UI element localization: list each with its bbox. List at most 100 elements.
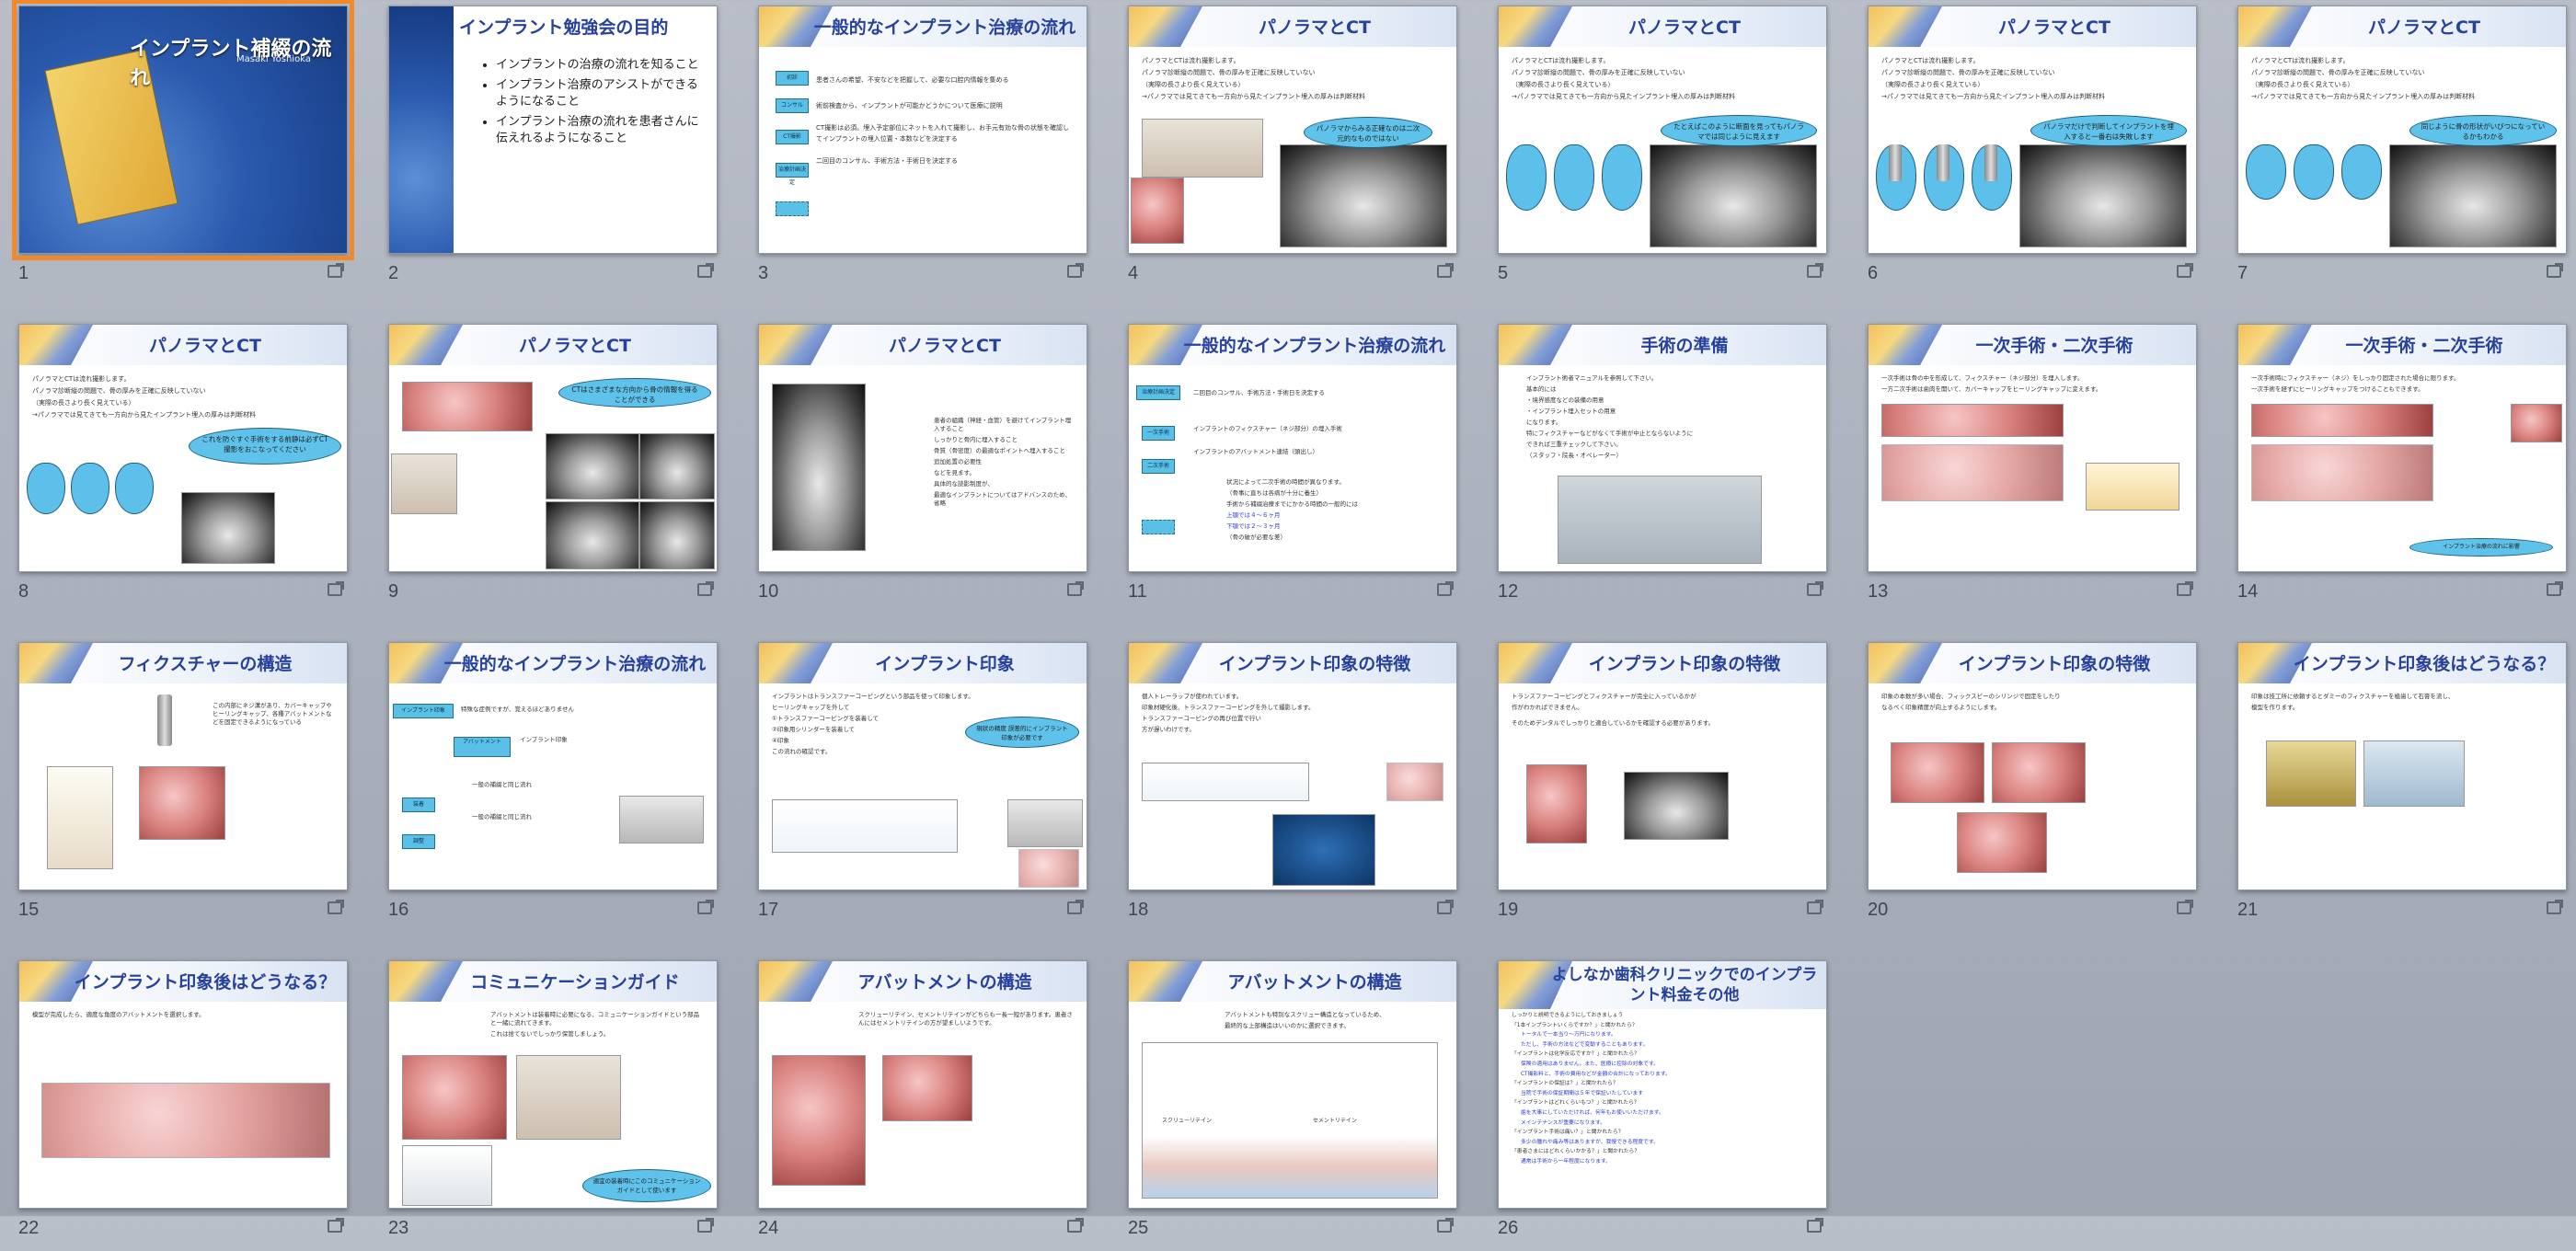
slide-canvas: フィクスチャーの構造 この内部にネジ溝があり、カバーキャップやヒーリングキャップ…	[18, 642, 348, 890]
slide-canvas: インプラント印象の特徴 印象の本数が多い場合、フィックスピーのシリンジで固定をし…	[1868, 642, 2197, 890]
transition-icon[interactable]	[2547, 263, 2563, 278]
surgical-instruments-photo	[1558, 476, 1762, 564]
slide-title: インプラント印象後はどうなる？	[2293, 654, 2556, 674]
slide-number: 11	[1128, 581, 1147, 602]
slide-number: 18	[1128, 900, 1149, 920]
slide-canvas: アバットメントの構造 スクリューリテイン、セメントリテインがどちらも一長一短があ…	[758, 960, 1087, 1209]
transition-icon[interactable]	[328, 581, 344, 596]
author-name: Masaki Yoshioka	[236, 54, 311, 64]
implant-parts-photo	[619, 796, 704, 844]
slide-canvas: パノラマとCT パノラマとCTは流れ撮影します。 パノラマ診断縦の問題で、骨の厚み…	[2237, 6, 2567, 254]
slide-title: インプラント印象後はどうなる？	[74, 972, 337, 993]
slide-thumbnail[interactable]: パノラマとCT パノラマとCTは流れ撮影します。 パノラマ診断縦の問題で、骨の厚み…	[1868, 6, 2199, 296]
transition-icon[interactable]	[697, 1218, 714, 1233]
transition-icon[interactable]	[1807, 1218, 1823, 1233]
transition-icon[interactable]	[328, 263, 344, 278]
slide-thumbnail[interactable]: よしなか歯科クリニックでのインプラント料金その他 しっかりと説明できるようにして…	[1498, 960, 1829, 1251]
slide-thumbnail[interactable]: 一般的なインプラント治療の流れ 初診 コンサル CT撮影 治療計画決定 患者さん…	[758, 6, 1089, 296]
dental-xray	[1624, 772, 1729, 840]
flow-step: 調整	[402, 834, 435, 849]
callout: パノラマだけで判断してインプラントを埋入すると一番右は失敗します	[2030, 115, 2187, 146]
transition-icon[interactable]	[328, 900, 344, 914]
transition-icon[interactable]	[1437, 900, 1454, 914]
slide-number: 7	[2237, 263, 2248, 283]
slide-thumbnail[interactable]: インプラント印象後はどうなる？ 印象は技工所に依頼するとダミーのフィクスチャーを…	[2237, 642, 2569, 933]
slide-thumbnail[interactable]: インプラント印象の特徴 トランスファーコーピングとフィクスチャーが完全に入ってい…	[1498, 642, 1829, 933]
slide-thumbnail[interactable]: 一次手術・二次手術 一次手術は骨の中を形成して、フィクスチャー（ネジ部分）を埋入…	[1868, 324, 2199, 614]
slide-thumbnail[interactable]: インプラント印象後はどうなる？ 模型が完成したら、適度な角度のアバットメントを選…	[18, 960, 350, 1251]
transition-icon[interactable]	[1437, 263, 1454, 278]
ct-image	[772, 384, 866, 551]
transition-icon[interactable]	[2177, 263, 2193, 278]
transition-icon[interactable]	[1437, 581, 1454, 596]
model-photo	[2266, 740, 2356, 807]
slide-number: 23	[388, 1218, 409, 1238]
patient-photo	[882, 1055, 972, 1121]
tooth-diagram	[2086, 463, 2179, 511]
slide-thumbnail[interactable]: パノラマとCT パノラマとCTは流れ撮影します。 パノラマ診断縦の問題で、骨の厚み…	[18, 324, 350, 614]
transition-icon[interactable]	[1807, 263, 1823, 278]
transition-icon[interactable]	[697, 581, 714, 596]
cover-background	[389, 6, 454, 253]
transition-icon[interactable]	[1067, 263, 1084, 278]
transition-icon[interactable]	[1437, 1218, 1454, 1233]
implant-image	[1984, 144, 1997, 181]
slide-number: 8	[18, 581, 29, 602]
slide-title: パノラマとCT	[889, 336, 1001, 356]
slide-title: インプラント印象	[875, 654, 1015, 674]
slide-body: パノラマとCTは流れ撮影します。 パノラマ診断縦の問題で、骨の厚みを正確に反映して…	[32, 375, 257, 419]
slide-title: 一次手術・二次手術	[1975, 336, 2133, 356]
slide-thumbnail[interactable]: 手術の準備 インプラント術者マニュアルを参照して下さい。 基本的には ・境界感度など…	[1498, 324, 1829, 614]
slide-thumbnail[interactable]: パノラマとCT 患者の組織（神経・血管）を避けてインプラント埋入すること しっかり…	[758, 324, 1089, 614]
slide-thumbnail[interactable]: コミュニケーションガイド アバットメントは装着時に必要になる、コミュニケーション…	[388, 960, 719, 1251]
slide-body: 印象の本数が多い場合、フィックスピーのシリンジで固定をしたり なるべく印象精度が向…	[1881, 693, 2061, 711]
implant-image	[1937, 144, 1949, 181]
transition-icon[interactable]	[2547, 581, 2563, 596]
diagram-label: スクリューリテイン	[1162, 1118, 1213, 1124]
slide-thumbnail[interactable]: インプラント補綴の流れ Masaki Yoshioka 1	[12, 0, 354, 296]
slide-canvas: 一次手術・二次手術 一次手術時にフィクスチャー（ネジ）をしっかり固定された場合に…	[2237, 324, 2567, 572]
slide-thumbnail[interactable]: 一般的なインプラント治療の流れ インプラント印象 アバットメント 装着 調整 特…	[388, 642, 719, 933]
panoramic-xray	[2389, 144, 2557, 247]
slide-number: 13	[1868, 581, 1889, 602]
transition-icon[interactable]	[1067, 581, 1084, 596]
transition-icon[interactable]	[1067, 900, 1084, 914]
transition-icon[interactable]	[1067, 1218, 1084, 1233]
transition-icon[interactable]	[2547, 900, 2563, 914]
slide-number: 26	[1498, 1218, 1519, 1238]
patient-photo	[2511, 404, 2562, 442]
slide-thumbnail[interactable]: パノラマとCT CTはさまざまな方向から骨の情報を得ることができる 9	[388, 324, 719, 614]
callout: 同じように骨の形状がいびつになっているかもわかる	[2409, 115, 2557, 146]
slide-thumbnail[interactable]: パノラマとCT パノラマとCTは流れ撮影します。 パノラマ診断縦の問題で、骨の厚み…	[1498, 6, 1829, 296]
slide-body: トランスファーコーピングとフィクスチャーが完全に入っているかが 作がわかればできま…	[1512, 693, 1715, 727]
slide-title: 一次手術・二次手術	[2345, 336, 2503, 356]
slide-sorter-grid: インプラント補綴の流れ Masaki Yoshioka 1 インプラント勉強会の…	[0, 0, 2576, 1238]
slide-thumbnail[interactable]: パノラマとCT パノラマとCTは流れ撮影します。 パノラマ診断縦の問題で、骨の厚み…	[2237, 6, 2569, 296]
slide-thumbnail[interactable]: 一般的なインプラント治療の流れ 治療計画決定 一次手術 二次手術 二回目のコンサ…	[1128, 324, 1459, 614]
ct-image	[639, 501, 715, 569]
transition-icon[interactable]	[328, 1218, 344, 1233]
bone-shape	[2246, 144, 2286, 200]
transition-icon[interactable]	[697, 900, 714, 914]
slide-thumbnail[interactable]: 一次手術・二次手術 一次手術時にフィクスチャー（ネジ）をしっかり固定された場合に…	[2237, 324, 2569, 614]
slide-thumbnail[interactable]: アバットメントの構造 スクリューリテイン、セメントリテインがどちらも一長一短があ…	[758, 960, 1089, 1251]
model-photo	[516, 1055, 621, 1140]
slide-thumbnail[interactable]: インプラント印象の特徴 印象の本数が多い場合、フィックスピーのシリンジで固定をし…	[1868, 642, 2199, 933]
transition-icon[interactable]	[1807, 900, 1823, 914]
slide-body: 患者さんの希望、不安などを把握して、必要な口腔内情報を集める 術前検査から、イン…	[816, 76, 1069, 165]
bullet-list: インプラントの治療の流れを知ること インプラント治療のアシストができるようになる…	[459, 57, 707, 151]
slide-thumbnail[interactable]: パノラマとCT パノラマとCTは流れ撮影します。 パノラマ診断縦の問題で、骨の厚み…	[1128, 6, 1459, 296]
slide-number: 2	[388, 263, 399, 283]
transition-icon[interactable]	[697, 263, 714, 278]
slide-body: 患者の組織（神経・血管）を避けてインプラント埋入すること しっかりと骨内に埋入する…	[934, 417, 1072, 507]
transition-icon[interactable]	[2177, 900, 2193, 914]
slide-thumbnail[interactable]: インプラント印象 インプラントはトランスファーコーピングという部品を使って印象し…	[758, 642, 1089, 933]
slide-thumbnail[interactable]: インプラント勉強会の目的 インプラントの治療の流れを知ること インプラント治療の…	[388, 6, 719, 296]
abutment-diagram	[41, 1083, 330, 1158]
transition-icon[interactable]	[2177, 581, 2193, 596]
slide-thumbnail[interactable]: フィクスチャーの構造 この内部にネジ溝があり、カバーキャップやヒーリングキャップ…	[18, 642, 350, 933]
slide-thumbnail[interactable]: インプラント印象の特徴 個人トレーラップが使われています。 印象材硬化後、トランス…	[1128, 642, 1459, 933]
patient-photo	[1526, 764, 1587, 844]
transition-icon[interactable]	[1807, 581, 1823, 596]
slide-thumbnail[interactable]: アバットメントの構造 アバットメントも特別なスクリュー構造となっているため、 最終…	[1128, 960, 1459, 1251]
